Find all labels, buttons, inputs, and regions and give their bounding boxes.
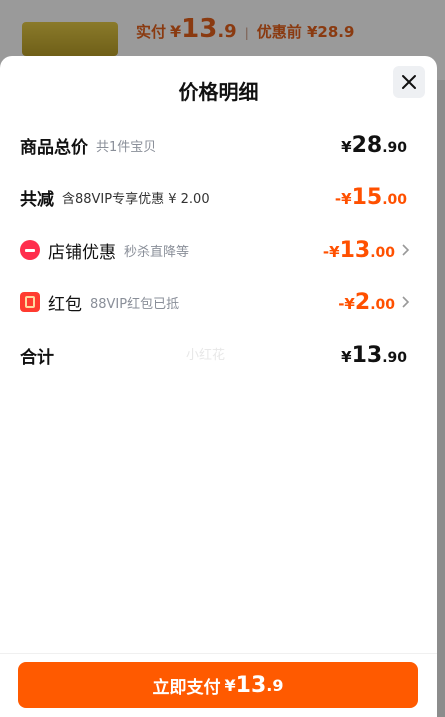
discount-int: 15 xyxy=(351,184,383,210)
red-packet-dec: .00 xyxy=(370,296,395,313)
header-price: 实付 ¥ 13 .9 | 优惠前 ¥28.9 xyxy=(136,14,354,44)
shop-discount-dec: .00 xyxy=(370,244,395,261)
goods-total-amount: ¥ 28 .90 xyxy=(341,133,407,158)
chevron-right-icon xyxy=(399,296,413,308)
sheet-title: 价格明细 xyxy=(178,80,259,104)
shop-discount-int: 13 xyxy=(339,237,371,263)
chevron-right-icon xyxy=(399,244,413,256)
goods-total-yen: ¥ xyxy=(341,137,352,156)
red-packet-yen: -¥ xyxy=(338,294,355,313)
red-packet-sub: 88VIP红包已抵 xyxy=(90,296,180,312)
row-shop-discount[interactable]: 店铺优惠 秒杀直降等 -¥ 13 .00 xyxy=(20,236,413,264)
pay-dec: .9 xyxy=(217,21,237,42)
shop-discount-label: 店铺优惠 xyxy=(48,242,116,263)
original-price: 优惠前 ¥28.9 xyxy=(256,23,355,41)
sum-dec: .90 xyxy=(382,349,407,366)
price-separator: | xyxy=(244,26,249,40)
goods-total-label: 商品总价 xyxy=(20,137,88,158)
pay-yen: ¥ xyxy=(170,22,182,41)
footer-bar: 立即支付 ¥ 13 .9 xyxy=(0,653,437,717)
row-total-discount: 共减 含88VIP专享优惠 ¥ 2.00 -¥ 15 .00 xyxy=(20,183,407,211)
shop-coupon-icon xyxy=(20,240,40,260)
sum-yen: ¥ xyxy=(341,347,352,366)
sum-amount: ¥ 13 .90 xyxy=(341,343,407,368)
pay-now-button[interactable]: 立即支付 ¥ 13 .9 xyxy=(18,662,418,708)
pay-now-label: 立即支付 xyxy=(152,677,221,698)
goods-total-int: 28 xyxy=(351,132,383,158)
red-packet-label: 红包 xyxy=(48,294,82,315)
discount-label: 共减 xyxy=(20,189,54,210)
price-detail-sheet: 价格明细 商品总价 共1件宝贝 ¥ 28 .90 共减 含88VIP专享优惠 ¥… xyxy=(0,56,437,717)
product-thumbnail xyxy=(22,22,118,56)
goods-total-dec: .90 xyxy=(382,139,407,156)
sum-int: 13 xyxy=(351,342,383,368)
watermark: 小红花 xyxy=(186,348,226,363)
pay-int: 13 xyxy=(181,14,218,44)
shop-discount-yen: -¥ xyxy=(322,242,340,261)
shop-discount-sub: 秒杀直降等 xyxy=(124,244,190,260)
sum-label: 合计 xyxy=(20,347,54,368)
red-packet-icon xyxy=(20,292,40,312)
discount-amount: -¥ 15 .00 xyxy=(335,185,407,210)
red-packet-int: 2 xyxy=(354,289,371,315)
pay-now-int: 13 xyxy=(235,672,267,698)
red-packet-amount: -¥ 2 .00 xyxy=(338,290,395,315)
goods-total-sub: 共1件宝贝 xyxy=(96,139,157,155)
discount-dec: .00 xyxy=(382,191,407,208)
close-button[interactable] xyxy=(393,66,425,98)
pay-now-yen: ¥ xyxy=(224,675,236,695)
pay-now-dec: .9 xyxy=(266,675,284,695)
shop-discount-amount: -¥ 13 .00 xyxy=(323,238,395,263)
discount-sub: 含88VIP专享优惠 ¥ 2.00 xyxy=(62,191,210,207)
row-red-packet[interactable]: 红包 88VIP红包已抵 -¥ 2 .00 xyxy=(20,288,413,316)
row-goods-total: 商品总价 共1件宝贝 ¥ 28 .90 xyxy=(20,131,407,159)
close-icon xyxy=(402,75,416,89)
pay-label: 实付 xyxy=(136,23,167,41)
discount-yen: -¥ xyxy=(334,189,352,208)
